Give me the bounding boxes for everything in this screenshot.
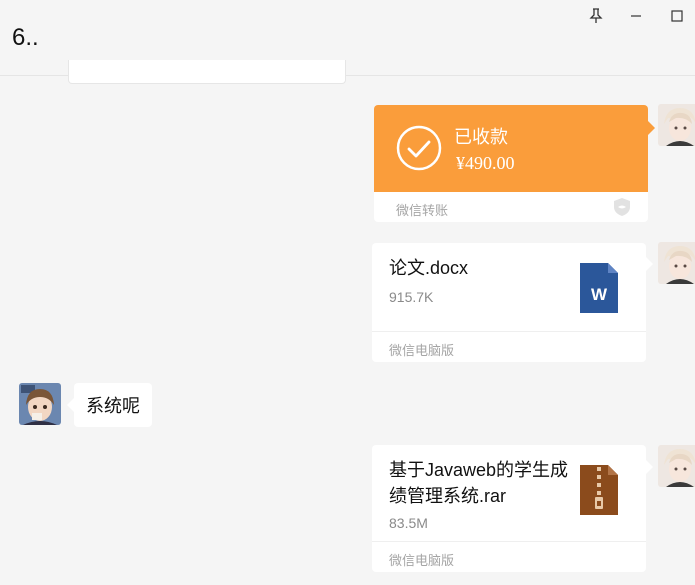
svg-text:W: W bbox=[591, 285, 608, 304]
previous-message-bubble[interactable] bbox=[68, 60, 346, 84]
self-avatar[interactable] bbox=[658, 445, 695, 487]
word-document-icon: W bbox=[580, 263, 618, 313]
file-source: 微信电脑版 bbox=[389, 343, 455, 358]
chat-title: 6.. bbox=[12, 24, 39, 51]
transfer-footer: 微信转账 bbox=[374, 192, 648, 222]
file-footer: 微信电脑版 bbox=[372, 331, 646, 362]
file-source: 微信电脑版 bbox=[389, 553, 455, 568]
file-message[interactable]: 论文.docx 915.7K W 微信电脑版 bbox=[372, 243, 646, 362]
transfer-message[interactable]: 已收款 ¥490.00 微信转账 bbox=[374, 105, 648, 222]
bubble-tail bbox=[646, 460, 653, 474]
bubble-tail bbox=[646, 257, 653, 271]
transfer-source: 微信转账 bbox=[396, 203, 449, 218]
maximize-icon bbox=[671, 10, 683, 22]
text-message[interactable]: 系统呢 bbox=[74, 383, 152, 427]
check-circle-icon bbox=[396, 125, 442, 171]
file-size: 83.5M bbox=[389, 515, 428, 531]
contact-avatar[interactable] bbox=[19, 383, 61, 425]
pin-icon bbox=[589, 8, 603, 23]
file-footer: 微信电脑版 bbox=[372, 541, 646, 572]
file-message[interactable]: 基于Javaweb的学生成绩管理系统.rar 83.5M 微信电脑版 bbox=[372, 445, 646, 572]
file-name: 基于Javaweb的学生成绩管理系统.rar bbox=[389, 460, 569, 506]
transfer-status: 已收款 bbox=[454, 127, 508, 147]
transfer-header: 已收款 ¥490.00 bbox=[374, 105, 648, 192]
transfer-amount: ¥490.00 bbox=[456, 153, 515, 173]
file-name: 论文.docx bbox=[389, 258, 469, 278]
maximize-button[interactable] bbox=[663, 4, 691, 28]
bubble-tail bbox=[648, 121, 655, 135]
minimize-icon bbox=[631, 15, 641, 17]
archive-file-icon bbox=[580, 465, 618, 515]
minimize-button[interactable] bbox=[622, 4, 650, 28]
file-size: 915.7K bbox=[389, 289, 434, 305]
self-avatar[interactable] bbox=[658, 242, 695, 284]
shield-icon bbox=[614, 198, 630, 216]
bubble-tail bbox=[67, 398, 74, 412]
self-avatar[interactable] bbox=[658, 104, 695, 146]
message-text: 系统呢 bbox=[86, 396, 140, 416]
pin-button[interactable] bbox=[582, 4, 610, 28]
